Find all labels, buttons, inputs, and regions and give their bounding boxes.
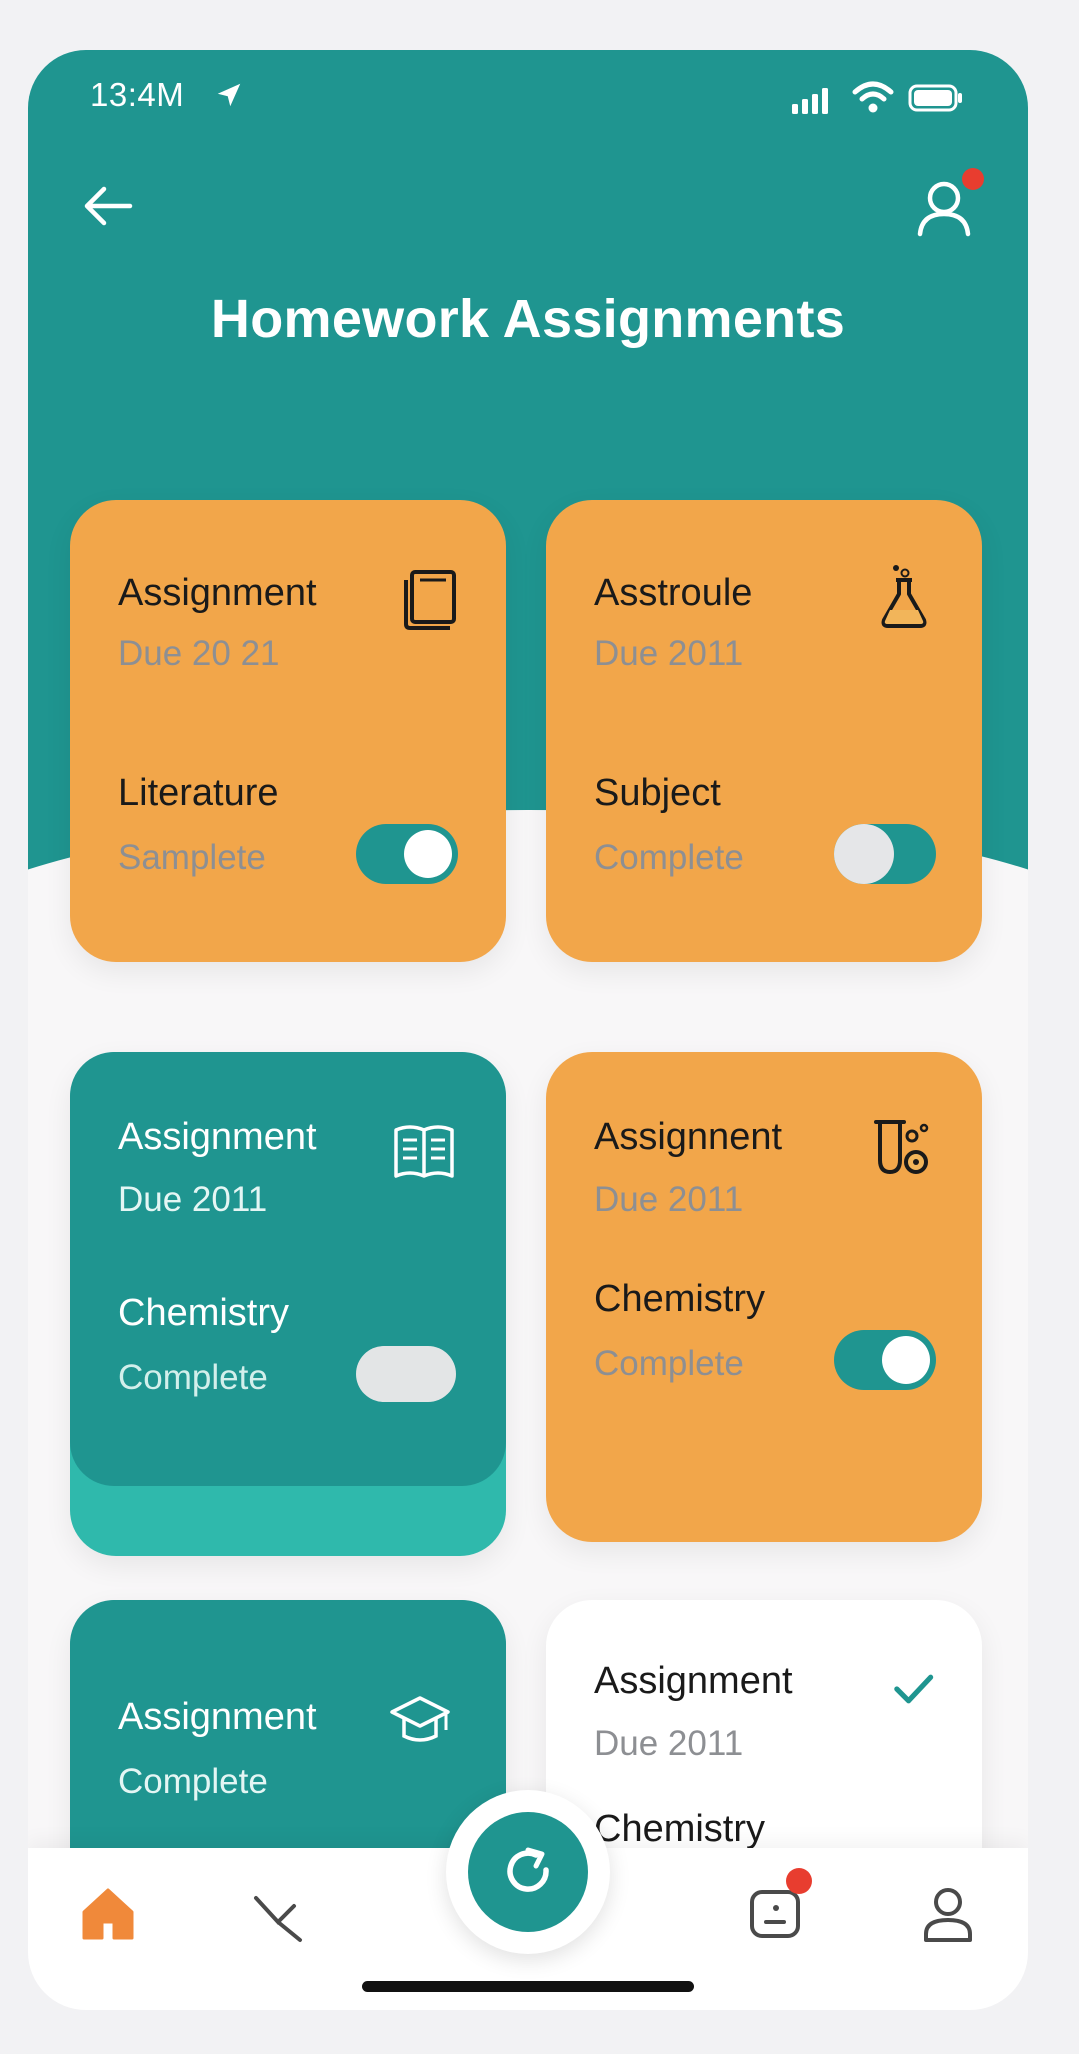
battery-icon <box>908 84 962 112</box>
card-due-date: Due 20 21 <box>118 634 280 673</box>
assignment-card[interactable]: Assignment Due 2011 Chemistry Complete <box>70 1052 506 1556</box>
completion-toggle[interactable] <box>356 1346 456 1402</box>
lab-tubes-icon <box>874 1120 929 1175</box>
card-due-date: Due 2011 <box>594 1724 744 1763</box>
assignment-card[interactable]: Asstroule Due 2011 Subject Complete <box>546 500 982 962</box>
refresh-button[interactable] <box>468 1812 588 1932</box>
page-title: Homework Assignments <box>210 289 846 349</box>
card-due-date: Due 2011 <box>594 634 744 673</box>
card-status: Complete <box>118 1762 268 1801</box>
card-title: Assignment <box>594 1660 793 1702</box>
card-due-date: Due 2011 <box>594 1180 744 1219</box>
card-title: Assignnent <box>594 1116 783 1158</box>
refresh-icon <box>507 1847 549 1892</box>
card-status: Complete <box>118 1358 268 1397</box>
graduation-cap-icon <box>390 1696 450 1742</box>
completion-toggle[interactable] <box>834 824 936 884</box>
card-subject: Literature <box>118 772 279 814</box>
card-status: Complete <box>594 838 744 877</box>
card-status: Samplete <box>118 838 266 877</box>
card-title: Assignment <box>118 572 317 614</box>
assignment-card[interactable]: Assignnent Due 2011 Chemistry Complete <box>546 1052 982 1542</box>
card-title: Asstroule <box>594 572 753 614</box>
card-subject: Chemistry <box>594 1808 766 1850</box>
card-subject: Subject <box>594 772 721 814</box>
home-icon[interactable] <box>78 1884 138 1944</box>
wifi-icon <box>852 81 894 113</box>
card-status: Complete <box>594 1344 744 1383</box>
message-notification-badge <box>786 1868 812 1894</box>
cellular-signal-icon <box>792 88 828 114</box>
check-icon <box>894 1674 934 1704</box>
status-time: 13:4M <box>90 76 185 113</box>
back-arrow-icon[interactable] <box>80 178 136 234</box>
phone-screen: 13:4M Homework Assignments Assignment Du… <box>28 50 1028 2010</box>
location-arrow-icon <box>217 83 241 107</box>
card-subject: Chemistry <box>118 1292 290 1334</box>
card-due-date: Due 2011 <box>118 1180 268 1219</box>
user-icon[interactable] <box>918 1884 978 1944</box>
completion-toggle[interactable] <box>356 824 458 884</box>
card-title: Assignment <box>118 1696 317 1738</box>
tools-icon[interactable] <box>250 1884 310 1944</box>
flask-icon <box>881 565 927 628</box>
card-subject: Chemistry <box>594 1278 766 1320</box>
assignment-card[interactable]: Assignment Due 20 21 Literature Samplete <box>70 500 506 962</box>
card-title: Assignment <box>118 1116 317 1158</box>
book-icon <box>404 570 456 630</box>
notification-badge <box>962 168 984 190</box>
home-indicator <box>362 1981 694 1992</box>
completion-toggle[interactable] <box>834 1330 936 1390</box>
open-book-icon <box>394 1125 454 1178</box>
